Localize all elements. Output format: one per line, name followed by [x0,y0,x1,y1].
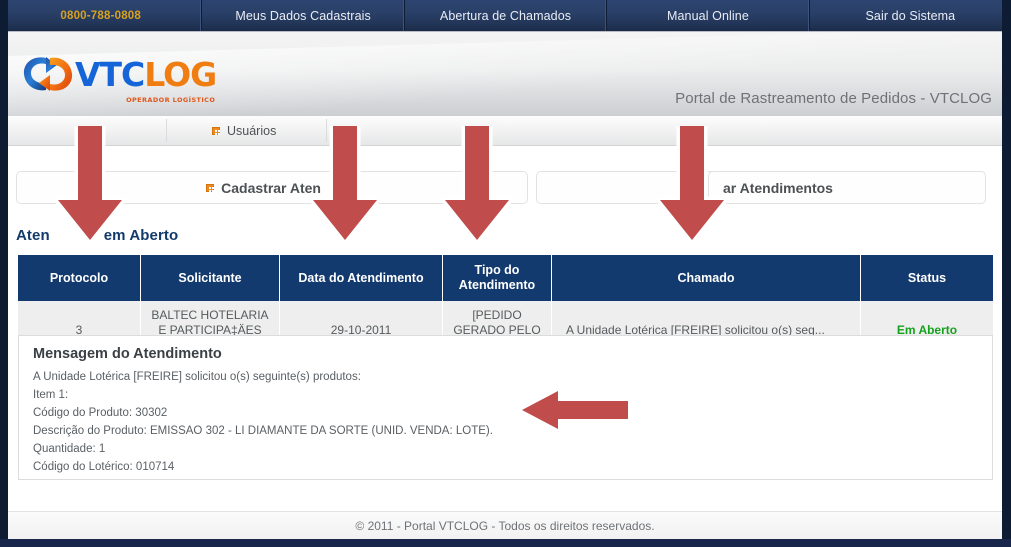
panel-listar-atendimentos-label: ar Atendimentos [723,180,833,196]
panel-cadastrar-atendimento[interactable]: Cadastrar Aten [16,171,336,204]
panel-cadastrar-atendimento-label: Cadastrar Aten [206,180,321,196]
panel-listar-atendimentos[interactable]: ar Atendimentos [708,171,986,204]
column-header-solicitante[interactable]: Solicitante [140,255,280,301]
nav-item-phone[interactable]: 0800-788-0808 [0,0,203,31]
logo-subtitle: OPERADOR LOGÍSTICO [126,95,216,104]
page-title-part-2: em Aberto [103,227,179,244]
panel-secondary-b[interactable] [536,171,716,204]
nav-item-abertura-de-chamados[interactable]: Abertura de Chamados [405,0,608,31]
panel-row: Cadastrar Aten ar Atendimentos [8,171,1002,204]
top-navigation-bar: 0800-788-0808 Meus Dados Cadastrais Aber… [0,0,1011,32]
main-content: Cadastrar Aten ar Atendimentos Aten em Ab… [8,145,1002,539]
menu-separator [166,119,167,142]
column-header-protocolo[interactable]: Protocolo [18,255,141,301]
message-detail-panel: Mensagem do Atendimento A Unidade Lotéri… [18,335,993,480]
footer-copyright: © 2011 - Portal VTCLOG - Todos os direit… [355,519,655,533]
column-header-data-do-atendimento[interactable]: Data do Atendimento [279,255,443,301]
header-band: VTCLOG OPERADOR LOGÍSTICO Portal de Rast… [8,32,1002,116]
page-title-part-1: Aten [16,227,50,244]
menu-item-usuarios-label: Usuários [227,123,277,138]
nav-item-meus-dados-cadastrais[interactable]: Meus Dados Cadastrais [202,0,405,31]
window-frame-right [1002,0,1011,547]
message-line: Código do Produto: 30302 [33,407,168,419]
menu-separator [326,119,327,142]
message-line: Quantidade: 1 [33,443,106,455]
window-frame-bottom [0,539,1011,547]
nav-item-sair-do-sistema[interactable]: Sair do Sistema [810,0,1011,31]
menu-bar: Usuários [8,116,1002,146]
page-title: Aten em Aberto [16,227,178,244]
message-line: Descrição do Produto: EMISSAO 302 - LI D… [33,425,493,437]
orange-square-icon [206,183,215,192]
panel-listar-atendimentos-text: ar Atendimentos [723,179,833,196]
column-header-chamado[interactable]: Chamado [551,255,861,301]
panel-secondary-a[interactable] [348,171,528,204]
message-line: Item 1: [33,389,69,401]
column-header-status[interactable]: Status [860,255,993,301]
column-header-tipo-do-atendimento[interactable]: Tipo do Atendimento [442,255,552,301]
message-line: Código do Lotérico: 010714 [33,461,175,473]
message-line: A Unidade Lotérica [FREIRE] solicitou o(… [33,371,361,383]
portal-title: Portal de Rastreamento de Pedidos - VTCL… [675,90,992,107]
window-frame-left [0,0,8,547]
application-window: 0800-788-0808 Meus Dados Cadastrais Aber… [0,0,1011,547]
footer: © 2011 - Portal VTCLOG - Todos os direit… [8,511,1002,540]
orange-square-icon [212,126,220,135]
vtclog-logo-mark-icon [22,52,74,96]
table-header-row: Protocolo Solicitante Data do Atendiment… [18,255,993,301]
vtclog-logo[interactable]: VTCLOG OPERADOR LOGÍSTICO [22,50,217,104]
vtclog-wordmark: VTCLOG OPERADOR LOGÍSTICO [75,58,217,104]
message-panel-title: Mensagem do Atendimento [33,346,222,362]
panel-cadastrar-atendimento-text: Cadastrar Aten [221,179,321,196]
nav-item-manual-online[interactable]: Manual Online [607,0,810,31]
menu-item-usuarios[interactable]: Usuários [212,116,276,145]
table-header: Protocolo Solicitante Data do Atendiment… [18,255,993,301]
